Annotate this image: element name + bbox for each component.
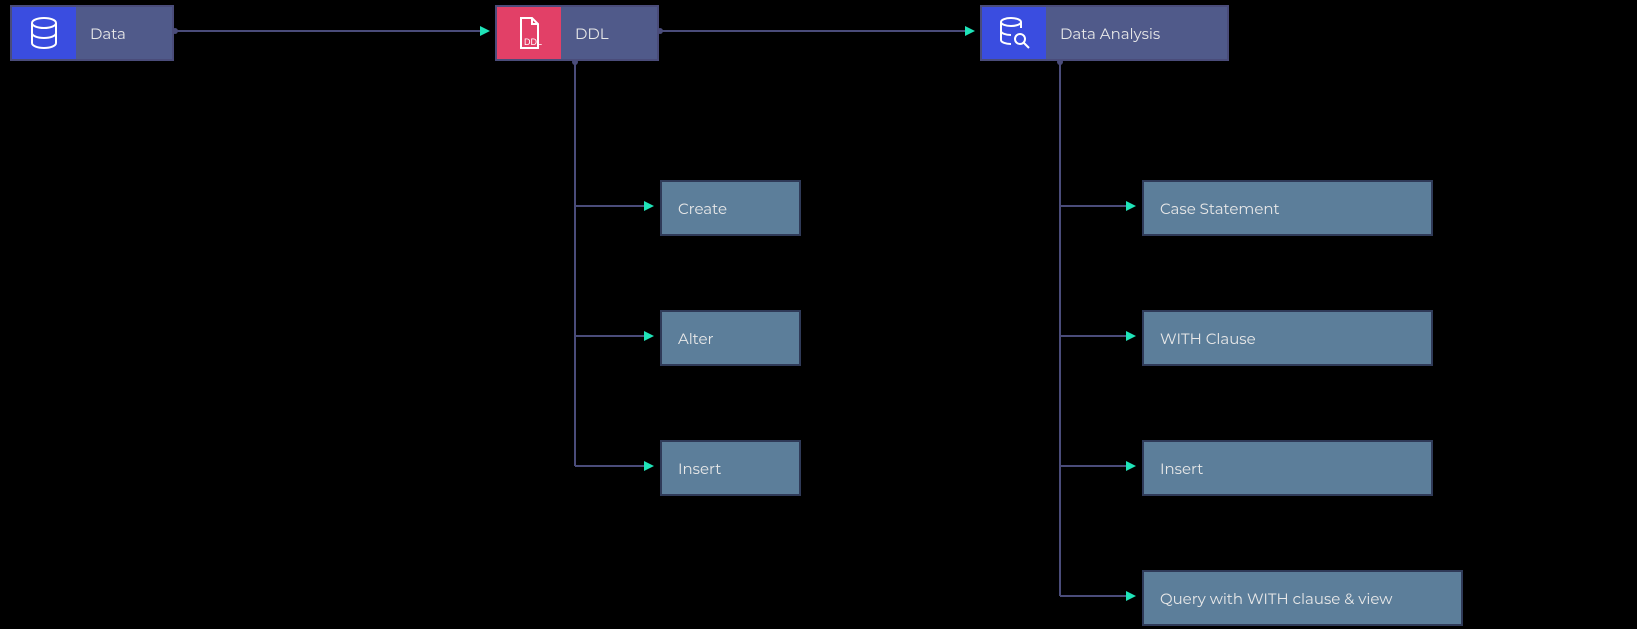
sub-analysis-case[interactable]: Case Statement [1142, 180, 1433, 236]
sub-analysis-query[interactable]: Query with WITH clause & view [1142, 570, 1463, 626]
node-ddl[interactable]: DDL DDL [495, 5, 659, 61]
sub-label: Query with WITH clause & view [1160, 589, 1393, 608]
svg-text:DDL: DDL [524, 37, 542, 47]
diagram-canvas: Data DDL DDL Data Analysis Create [0, 0, 1637, 629]
node-data[interactable]: Data [10, 5, 174, 61]
node-analysis-label: Data Analysis [1046, 24, 1174, 43]
sub-label: Create [678, 199, 727, 218]
sub-ddl-insert[interactable]: Insert [660, 440, 801, 496]
ddl-file-icon: DDL [497, 7, 561, 59]
sub-label: WITH Clause [1160, 329, 1256, 348]
sub-ddl-alter[interactable]: Alter [660, 310, 801, 366]
sub-analysis-insert[interactable]: Insert [1142, 440, 1433, 496]
sub-label: Alter [678, 329, 714, 348]
db-search-icon [982, 7, 1046, 59]
sub-analysis-with[interactable]: WITH Clause [1142, 310, 1433, 366]
database-icon [12, 7, 76, 59]
node-data-label: Data [76, 24, 140, 43]
sub-label: Insert [1160, 459, 1203, 478]
sub-label: Insert [678, 459, 721, 478]
sub-ddl-create[interactable]: Create [660, 180, 801, 236]
sub-label: Case Statement [1160, 199, 1280, 218]
node-ddl-label: DDL [561, 24, 623, 43]
node-analysis[interactable]: Data Analysis [980, 5, 1229, 61]
